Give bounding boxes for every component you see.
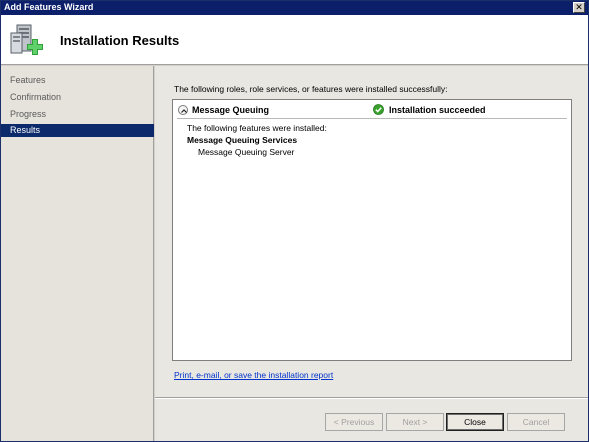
sidebar-item-confirmation[interactable]: Confirmation: [1, 91, 154, 104]
result-detail-intro: The following features were installed:: [187, 123, 327, 133]
result-feature-group: Message Queuing Services: [187, 135, 298, 145]
window-title: Add Features Wizard: [4, 2, 94, 12]
sidebar-item-progress[interactable]: Progress: [1, 108, 154, 121]
result-feature-item: Message Queuing Server: [198, 147, 295, 157]
cancel-button[interactable]: Cancel: [507, 413, 565, 431]
title-bar[interactable]: Add Features Wizard ✕: [1, 1, 588, 15]
footer-divider: [155, 397, 588, 399]
installation-report-link[interactable]: Print, e-mail, or save the installation …: [174, 370, 333, 380]
result-feature-name: Message Queuing: [192, 105, 270, 115]
close-button[interactable]: Close: [446, 413, 504, 431]
wizard-steps-sidebar: Features Confirmation Progress Results: [1, 66, 154, 441]
wizard-header: Installation Results: [1, 15, 588, 65]
wizard-window: Add Features Wizard ✕ Installation Resul…: [0, 0, 589, 442]
collapse-chevron-icon[interactable]: [178, 105, 188, 115]
previous-button[interactable]: < Previous: [325, 413, 383, 431]
server-add-feature-icon: [8, 19, 46, 59]
sidebar-item-results[interactable]: Results: [1, 124, 154, 137]
result-row-header: Message Queuing Installation succeeded: [173, 100, 571, 118]
result-divider: [177, 118, 567, 119]
sidebar-item-features[interactable]: Features: [1, 74, 154, 87]
main-panel: The following roles, role services, or f…: [155, 66, 588, 441]
next-button[interactable]: Next >: [386, 413, 444, 431]
result-status: Installation succeeded: [389, 105, 486, 115]
results-list: Message Queuing Installation succeeded T…: [172, 99, 572, 361]
check-circle-icon: [373, 104, 384, 115]
page-title: Installation Results: [60, 33, 180, 48]
results-intro-text: The following roles, role services, or f…: [174, 84, 448, 94]
close-icon[interactable]: ✕: [573, 2, 585, 13]
